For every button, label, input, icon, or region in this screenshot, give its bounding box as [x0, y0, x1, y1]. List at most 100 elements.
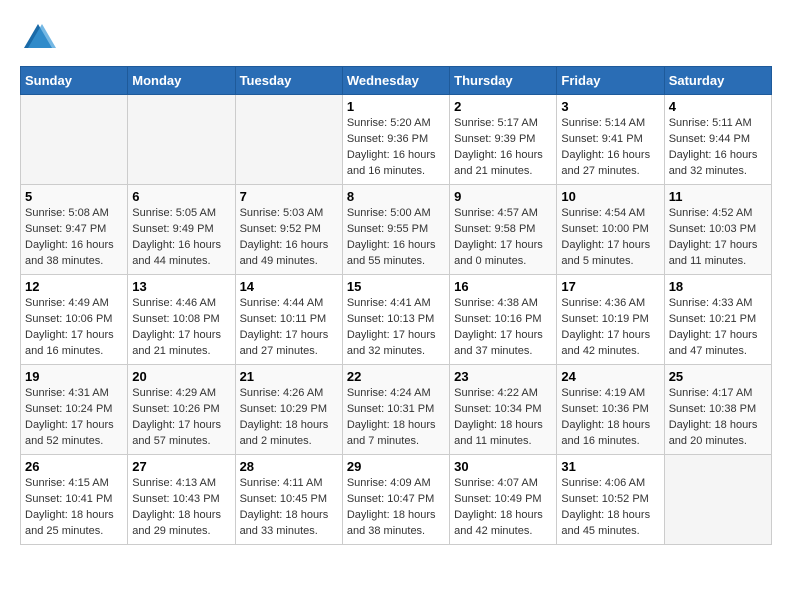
day-info: Sunrise: 4:57 AM Sunset: 9:58 PM Dayligh…: [454, 206, 552, 270]
day-number: 21: [240, 369, 338, 384]
day-number: 26: [25, 459, 123, 474]
day-info: Sunrise: 4:13 AM Sunset: 10:43 PM Daylig…: [132, 476, 230, 540]
calendar-week-row: 19 Sunrise: 4:31 AM Sunset: 10:24 PM Dayl…: [21, 365, 772, 455]
calendar-cell: 14 Sunrise: 4:44 AM Sunset: 10:11 PM Dayl…: [235, 275, 342, 365]
day-info: Sunrise: 4:49 AM Sunset: 10:06 PM Daylig…: [25, 296, 123, 360]
day-number: 16: [454, 279, 552, 294]
day-number: 6: [132, 189, 230, 204]
day-of-week-sunday: Sunday: [21, 67, 128, 95]
day-info: Sunrise: 4:41 AM Sunset: 10:13 PM Daylig…: [347, 296, 445, 360]
day-info: Sunrise: 4:29 AM Sunset: 10:26 PM Daylig…: [132, 386, 230, 450]
calendar-cell: [128, 95, 235, 185]
day-info: Sunrise: 4:52 AM Sunset: 10:03 PM Daylig…: [669, 206, 767, 270]
logo-icon: [20, 20, 56, 56]
calendar-cell: 29 Sunrise: 4:09 AM Sunset: 10:47 PM Dayl…: [342, 455, 449, 545]
calendar-cell: 13 Sunrise: 4:46 AM Sunset: 10:08 PM Dayl…: [128, 275, 235, 365]
day-of-week-saturday: Saturday: [664, 67, 771, 95]
calendar-cell: 30Sunrise: 4:07 AM Sunset: 10:49 PM Dayl…: [450, 455, 557, 545]
day-number: 29: [347, 459, 445, 474]
day-info: Sunrise: 4:07 AM Sunset: 10:49 PM Daylig…: [454, 476, 552, 540]
calendar-cell: 23Sunrise: 4:22 AM Sunset: 10:34 PM Dayl…: [450, 365, 557, 455]
day-info: Sunrise: 4:11 AM Sunset: 10:45 PM Daylig…: [240, 476, 338, 540]
calendar-table: SundayMondayTuesdayWednesdayThursdayFrid…: [20, 66, 772, 545]
day-of-week-thursday: Thursday: [450, 67, 557, 95]
day-info: Sunrise: 4:54 AM Sunset: 10:00 PM Daylig…: [561, 206, 659, 270]
calendar-cell: 18 Sunrise: 4:33 AM Sunset: 10:21 PM Dayl…: [664, 275, 771, 365]
day-number: 14: [240, 279, 338, 294]
calendar-cell: 21 Sunrise: 4:26 AM Sunset: 10:29 PM Dayl…: [235, 365, 342, 455]
day-number: 1: [347, 99, 445, 114]
day-number: 4: [669, 99, 767, 114]
calendar-week-row: 5 Sunrise: 5:08 AM Sunset: 9:47 PM Daylig…: [21, 185, 772, 275]
calendar-cell: 25Sunrise: 4:17 AM Sunset: 10:38 PM Dayl…: [664, 365, 771, 455]
calendar-cell: 27 Sunrise: 4:13 AM Sunset: 10:43 PM Dayl…: [128, 455, 235, 545]
day-info: Sunrise: 5:14 AM Sunset: 9:41 PM Dayligh…: [561, 116, 659, 180]
calendar-cell: 2 Sunrise: 5:17 AM Sunset: 9:39 PM Daylig…: [450, 95, 557, 185]
calendar-cell: [21, 95, 128, 185]
day-number: 5: [25, 189, 123, 204]
day-info: Sunrise: 4:31 AM Sunset: 10:24 PM Daylig…: [25, 386, 123, 450]
day-info: Sunrise: 4:44 AM Sunset: 10:11 PM Daylig…: [240, 296, 338, 360]
day-of-week-monday: Monday: [128, 67, 235, 95]
day-number: 23: [454, 369, 552, 384]
day-number: 11: [669, 189, 767, 204]
day-info: Sunrise: 4:09 AM Sunset: 10:47 PM Daylig…: [347, 476, 445, 540]
day-info: Sunrise: 4:24 AM Sunset: 10:31 PM Daylig…: [347, 386, 445, 450]
calendar-cell: [664, 455, 771, 545]
day-number: 20: [132, 369, 230, 384]
day-number: 19: [25, 369, 123, 384]
day-info: Sunrise: 5:03 AM Sunset: 9:52 PM Dayligh…: [240, 206, 338, 270]
calendar-cell: 19 Sunrise: 4:31 AM Sunset: 10:24 PM Dayl…: [21, 365, 128, 455]
day-info: Sunrise: 5:05 AM Sunset: 9:49 PM Dayligh…: [132, 206, 230, 270]
calendar-cell: [235, 95, 342, 185]
calendar-cell: 15 Sunrise: 4:41 AM Sunset: 10:13 PM Dayl…: [342, 275, 449, 365]
page-header: [20, 20, 772, 56]
calendar-cell: 5 Sunrise: 5:08 AM Sunset: 9:47 PM Daylig…: [21, 185, 128, 275]
day-number: 12: [25, 279, 123, 294]
calendar-week-row: 12 Sunrise: 4:49 AM Sunset: 10:06 PM Dayl…: [21, 275, 772, 365]
day-info: Sunrise: 5:11 AM Sunset: 9:44 PM Dayligh…: [669, 116, 767, 180]
day-number: 27: [132, 459, 230, 474]
calendar-cell: 24 Sunrise: 4:19 AM Sunset: 10:36 PM Dayl…: [557, 365, 664, 455]
calendar-cell: 7 Sunrise: 5:03 AM Sunset: 9:52 PM Daylig…: [235, 185, 342, 275]
day-info: Sunrise: 5:08 AM Sunset: 9:47 PM Dayligh…: [25, 206, 123, 270]
day-number: 9: [454, 189, 552, 204]
day-number: 3: [561, 99, 659, 114]
calendar-week-row: 1 Sunrise: 5:20 AM Sunset: 9:36 PM Daylig…: [21, 95, 772, 185]
day-of-week-wednesday: Wednesday: [342, 67, 449, 95]
calendar-cell: 6 Sunrise: 5:05 AM Sunset: 9:49 PM Daylig…: [128, 185, 235, 275]
day-number: 10: [561, 189, 659, 204]
logo: [20, 20, 62, 56]
day-of-week-friday: Friday: [557, 67, 664, 95]
calendar-header-row: SundayMondayTuesdayWednesdayThursdayFrid…: [21, 67, 772, 95]
day-info: Sunrise: 4:15 AM Sunset: 10:41 PM Daylig…: [25, 476, 123, 540]
day-number: 7: [240, 189, 338, 204]
calendar-cell: 26 Sunrise: 4:15 AM Sunset: 10:41 PM Dayl…: [21, 455, 128, 545]
calendar-cell: 20 Sunrise: 4:29 AM Sunset: 10:26 PM Dayl…: [128, 365, 235, 455]
day-number: 17: [561, 279, 659, 294]
calendar-cell: 11 Sunrise: 4:52 AM Sunset: 10:03 PM Dayl…: [664, 185, 771, 275]
day-number: 13: [132, 279, 230, 294]
day-info: Sunrise: 4:33 AM Sunset: 10:21 PM Daylig…: [669, 296, 767, 360]
day-info: Sunrise: 4:38 AM Sunset: 10:16 PM Daylig…: [454, 296, 552, 360]
day-info: Sunrise: 5:00 AM Sunset: 9:55 PM Dayligh…: [347, 206, 445, 270]
calendar-week-row: 26 Sunrise: 4:15 AM Sunset: 10:41 PM Dayl…: [21, 455, 772, 545]
day-info: Sunrise: 4:19 AM Sunset: 10:36 PM Daylig…: [561, 386, 659, 450]
calendar-cell: 22Sunrise: 4:24 AM Sunset: 10:31 PM Dayl…: [342, 365, 449, 455]
calendar-cell: 17Sunrise: 4:36 AM Sunset: 10:19 PM Dayl…: [557, 275, 664, 365]
day-number: 24: [561, 369, 659, 384]
calendar-cell: 10 Sunrise: 4:54 AM Sunset: 10:00 PM Dayl…: [557, 185, 664, 275]
calendar-cell: 16 Sunrise: 4:38 AM Sunset: 10:16 PM Dayl…: [450, 275, 557, 365]
day-number: 15: [347, 279, 445, 294]
calendar-cell: 8Sunrise: 5:00 AM Sunset: 9:55 PM Daylig…: [342, 185, 449, 275]
calendar-cell: 9 Sunrise: 4:57 AM Sunset: 9:58 PM Daylig…: [450, 185, 557, 275]
day-number: 18: [669, 279, 767, 294]
day-number: 2: [454, 99, 552, 114]
day-info: Sunrise: 4:46 AM Sunset: 10:08 PM Daylig…: [132, 296, 230, 360]
day-number: 31: [561, 459, 659, 474]
day-info: Sunrise: 4:26 AM Sunset: 10:29 PM Daylig…: [240, 386, 338, 450]
day-info: Sunrise: 5:20 AM Sunset: 9:36 PM Dayligh…: [347, 116, 445, 180]
calendar-cell: 31Sunrise: 4:06 AM Sunset: 10:52 PM Dayl…: [557, 455, 664, 545]
day-info: Sunrise: 5:17 AM Sunset: 9:39 PM Dayligh…: [454, 116, 552, 180]
day-info: Sunrise: 4:17 AM Sunset: 10:38 PM Daylig…: [669, 386, 767, 450]
